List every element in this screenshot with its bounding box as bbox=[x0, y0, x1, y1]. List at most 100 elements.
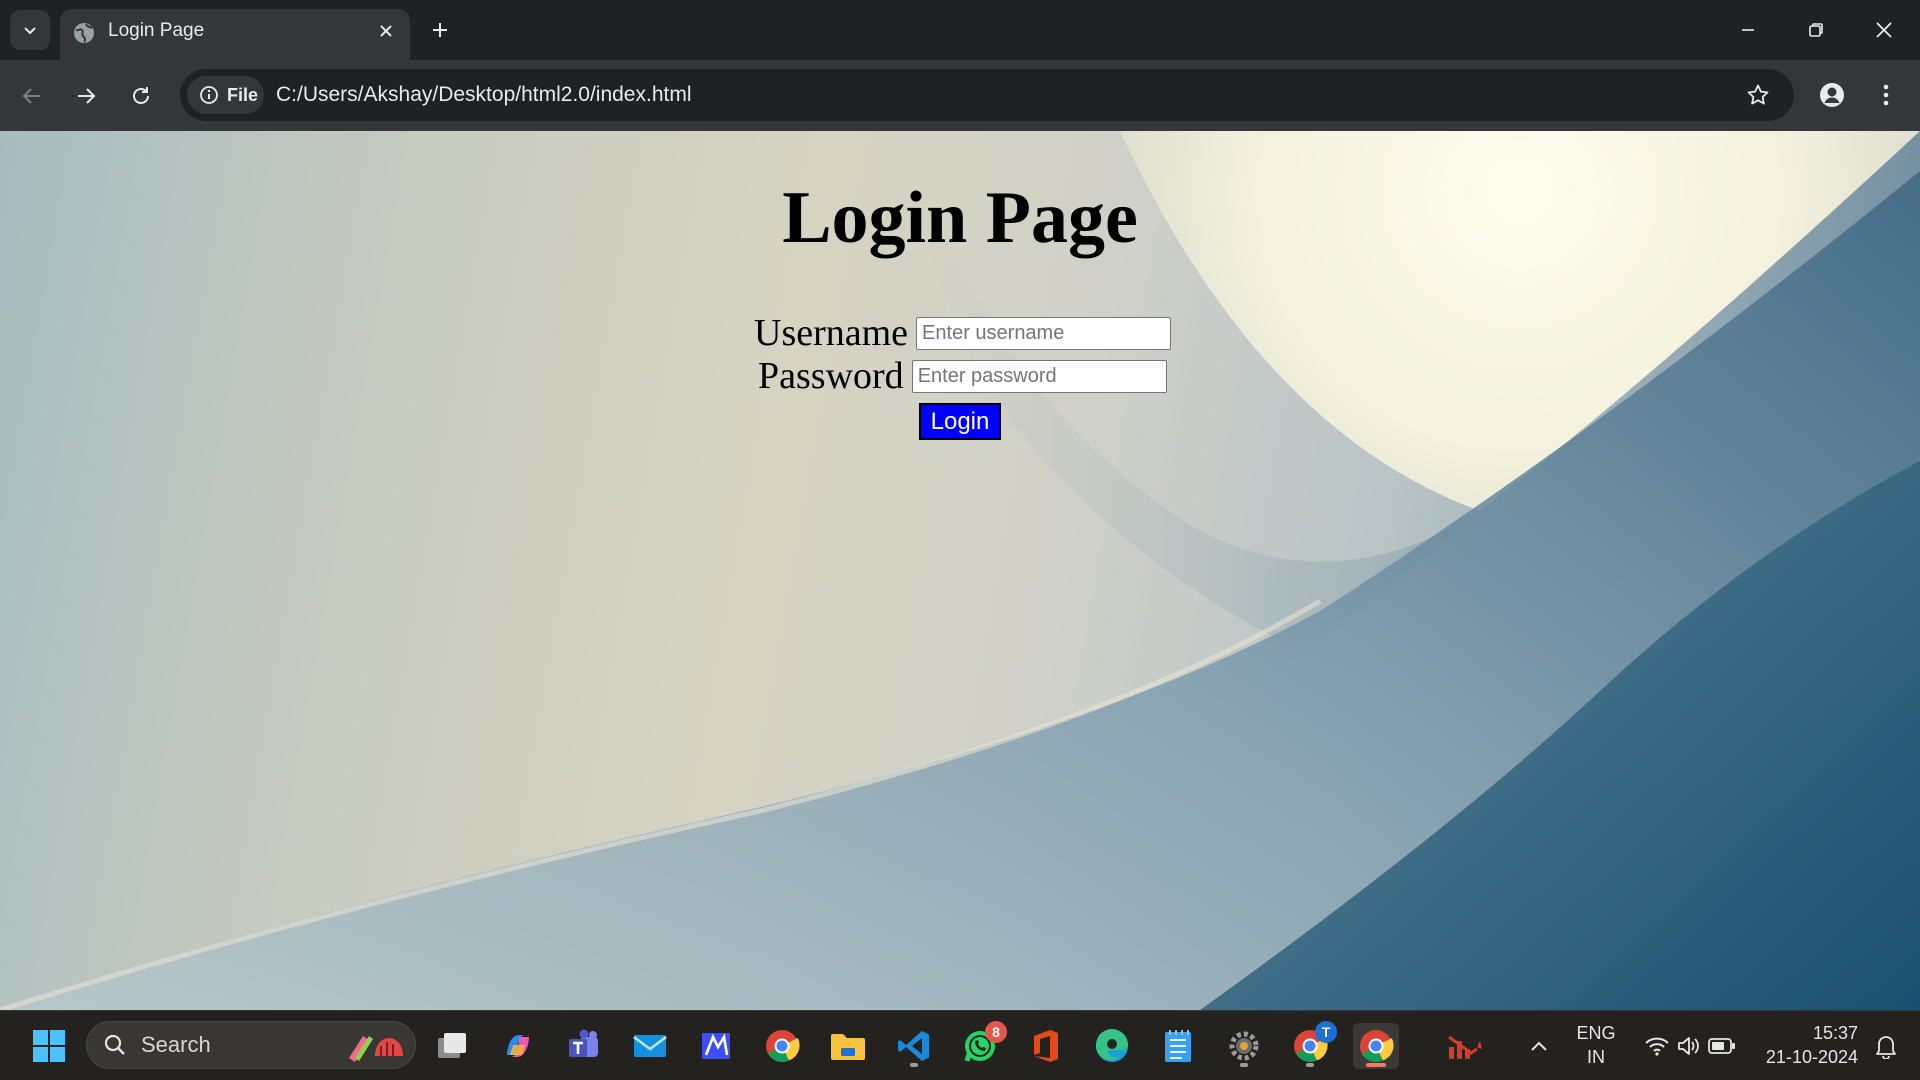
plus-icon bbox=[433, 23, 447, 37]
language-indicator[interactable]: ENG IN bbox=[1568, 1021, 1624, 1069]
chrome-button[interactable] bbox=[759, 1023, 805, 1069]
running-indicator bbox=[1240, 1063, 1248, 1067]
battery-icon bbox=[1708, 1038, 1735, 1054]
wifi-icon bbox=[1645, 1037, 1669, 1056]
info-icon bbox=[200, 86, 218, 104]
browser-menu-button[interactable] bbox=[1866, 75, 1906, 115]
address-bar[interactable]: File C:/Users/Akshay/Desktop/html2.0/ind… bbox=[180, 69, 1794, 121]
restore-button[interactable] bbox=[1788, 6, 1844, 54]
taskbar-search[interactable]: Search bbox=[86, 1021, 416, 1069]
restore-icon bbox=[1809, 23, 1823, 37]
copilot-icon bbox=[507, 1035, 529, 1057]
chevron-down-icon bbox=[24, 27, 36, 35]
active-indicator bbox=[1366, 1063, 1386, 1067]
back-button[interactable] bbox=[12, 76, 52, 116]
reload-icon bbox=[133, 87, 149, 104]
background-image bbox=[0, 131, 1920, 1010]
analytics-button[interactable] bbox=[1441, 1023, 1487, 1069]
browser-tab[interactable]: Login Page bbox=[60, 9, 410, 60]
username-input[interactable] bbox=[916, 316, 1172, 350]
search-label: Search bbox=[141, 1032, 211, 1057]
chrome-icon bbox=[1360, 1030, 1394, 1062]
teams-icon bbox=[569, 1029, 598, 1057]
vscode-icon bbox=[898, 1031, 929, 1061]
more-vertical-icon bbox=[1883, 84, 1889, 106]
notification-badge: 8 bbox=[985, 1021, 1007, 1043]
mail-icon bbox=[633, 1035, 667, 1057]
language-code: ENG bbox=[1576, 1023, 1616, 1043]
login-button[interactable]: Login bbox=[919, 403, 1001, 440]
password-row: Password bbox=[758, 354, 1167, 398]
mail-button[interactable] bbox=[627, 1023, 673, 1069]
quick-settings-button[interactable] bbox=[1630, 1023, 1750, 1069]
bell-icon bbox=[1876, 1036, 1896, 1059]
arrow-left-icon bbox=[22, 88, 40, 104]
page-title: Login Page bbox=[782, 177, 1138, 259]
settings-button[interactable] bbox=[1221, 1023, 1267, 1069]
notepad-button[interactable] bbox=[1155, 1023, 1201, 1069]
search-icon bbox=[104, 1034, 125, 1055]
globe-icon bbox=[74, 23, 94, 43]
show-hidden-icons-button[interactable] bbox=[1516, 1023, 1562, 1069]
volume-icon bbox=[1678, 1037, 1699, 1055]
folder-icon bbox=[831, 1034, 865, 1060]
edge-icon bbox=[1095, 1028, 1128, 1062]
chrome-profile-button[interactable]: T bbox=[1287, 1021, 1337, 1069]
edge-button[interactable] bbox=[1089, 1023, 1135, 1069]
url-text[interactable]: C:/Users/Akshay/Desktop/html2.0/index.ht… bbox=[276, 69, 692, 121]
office-button[interactable] bbox=[1023, 1023, 1069, 1069]
forward-button[interactable] bbox=[66, 76, 106, 116]
running-indicator bbox=[1306, 1063, 1314, 1067]
region-code: IN bbox=[1587, 1047, 1605, 1067]
profile-badge: T bbox=[1315, 1021, 1337, 1043]
chrome-icon bbox=[766, 1030, 800, 1062]
tab-strip: Login Page bbox=[0, 0, 1920, 60]
vscode-button[interactable] bbox=[891, 1023, 937, 1069]
chevron-up-icon bbox=[1531, 1041, 1547, 1051]
close-tab-button[interactable] bbox=[374, 19, 398, 43]
close-icon bbox=[380, 25, 392, 37]
clock-time: 15:37 bbox=[1812, 1023, 1858, 1043]
windows-icon bbox=[33, 1030, 65, 1062]
arrow-right-icon bbox=[78, 88, 96, 104]
bookmark-button[interactable] bbox=[1744, 81, 1772, 109]
chrome-active-button[interactable] bbox=[1353, 1023, 1399, 1069]
taskbar: Search 8 T ENG IN 15:37 21-10-2024 bbox=[0, 1010, 1920, 1080]
password-input[interactable] bbox=[911, 359, 1167, 393]
search-highlight-icon bbox=[349, 1036, 403, 1062]
clock-date: 21-10-2024 bbox=[1765, 1047, 1858, 1067]
close-window-button[interactable] bbox=[1856, 6, 1912, 54]
new-tab-button[interactable] bbox=[424, 14, 456, 46]
running-indicator bbox=[910, 1063, 918, 1067]
copilot-button[interactable] bbox=[495, 1023, 541, 1069]
task-view-icon bbox=[438, 1033, 466, 1058]
office-icon bbox=[1034, 1030, 1058, 1062]
username-label: Username bbox=[754, 312, 909, 354]
reload-button[interactable] bbox=[121, 76, 161, 116]
whatsapp-button[interactable]: 8 bbox=[957, 1021, 1007, 1069]
minimize-button[interactable] bbox=[1720, 6, 1776, 54]
page-viewport: Login Page Username Password Login bbox=[0, 131, 1920, 1010]
start-button[interactable] bbox=[26, 1023, 72, 1069]
analytics-icon bbox=[1448, 1035, 1482, 1059]
gear-icon bbox=[1229, 1031, 1259, 1061]
teams-button[interactable] bbox=[561, 1023, 607, 1069]
file-explorer-button[interactable] bbox=[825, 1023, 871, 1069]
close-icon bbox=[1876, 22, 1892, 38]
app-button[interactable] bbox=[693, 1023, 739, 1069]
minimize-icon bbox=[1742, 29, 1754, 31]
password-label: Password bbox=[758, 355, 904, 397]
site-info-button[interactable]: File bbox=[187, 76, 264, 114]
profile-button[interactable] bbox=[1812, 75, 1852, 115]
app-icon bbox=[702, 1033, 730, 1059]
username-row: Username bbox=[754, 311, 1172, 355]
notepad-icon bbox=[1165, 1030, 1191, 1062]
tab-search-button[interactable] bbox=[10, 10, 50, 50]
clock[interactable]: 15:37 21-10-2024 bbox=[1754, 1021, 1858, 1069]
star-icon bbox=[1747, 84, 1769, 105]
browser-toolbar: File C:/Users/Akshay/Desktop/html2.0/ind… bbox=[0, 60, 1920, 131]
notifications-button[interactable] bbox=[1866, 1023, 1906, 1069]
tab-title: Login Page bbox=[108, 20, 205, 41]
task-view-button[interactable] bbox=[429, 1023, 475, 1069]
person-icon bbox=[1820, 83, 1844, 107]
